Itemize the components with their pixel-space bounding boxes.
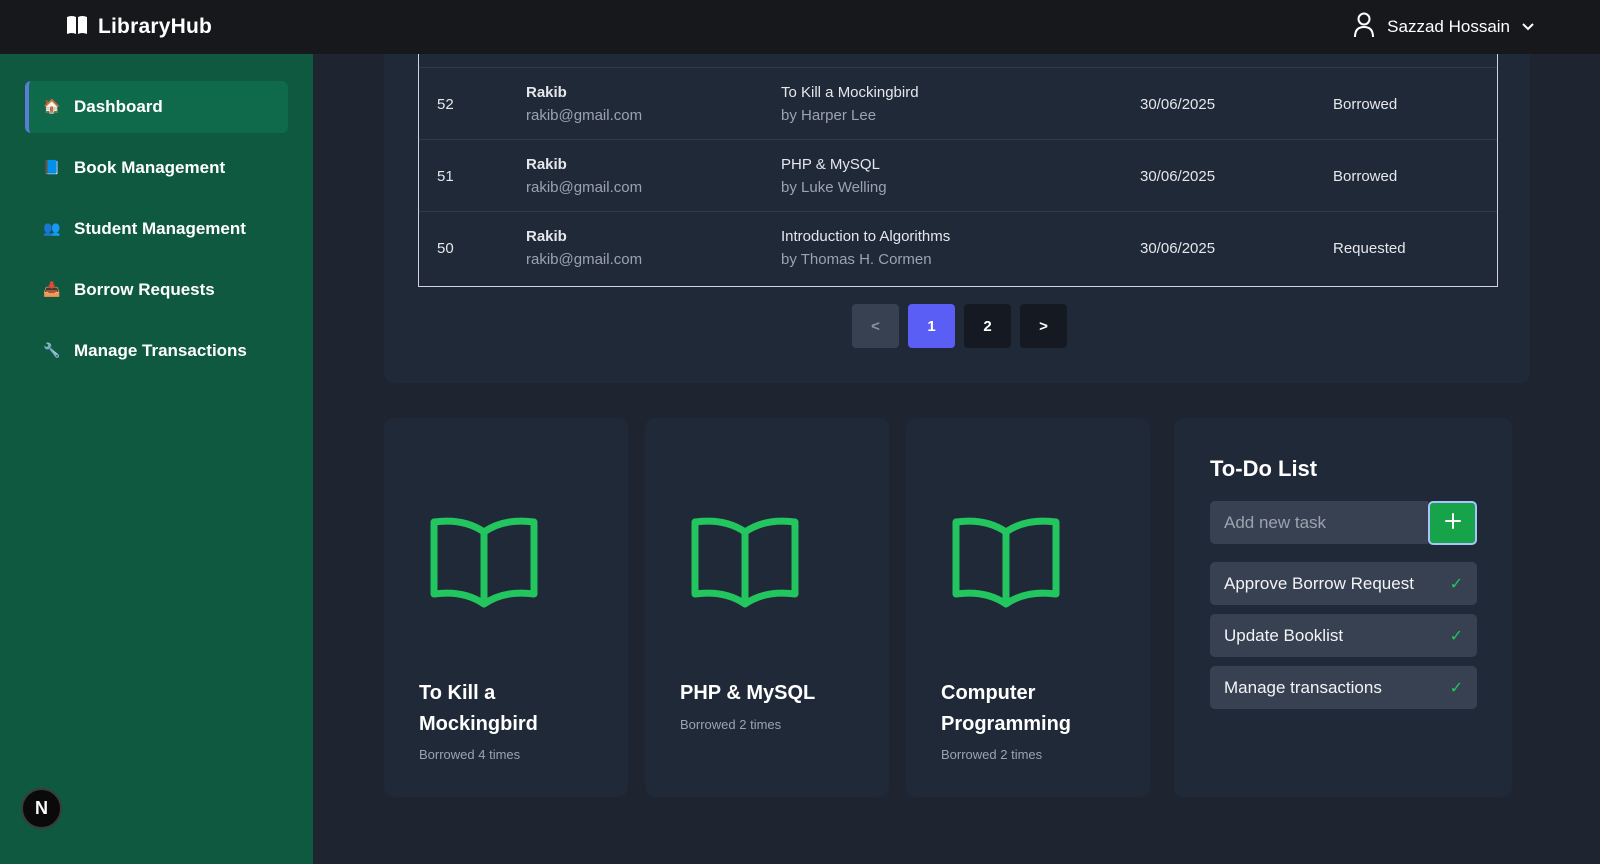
user-name: Sazzad Hossain: [1387, 17, 1510, 36]
table-row[interactable]: 50 Rakib rakib@gmail.com Introduction to…: [419, 211, 1497, 283]
todo-item[interactable]: Manage transactions ✓: [1210, 666, 1477, 709]
book-card-title: Computer Programming: [941, 682, 1072, 735]
book-card-subtitle: Borrowed 2 times: [941, 747, 1043, 762]
book-author: by Harper Lee: [781, 107, 877, 124]
table-row[interactable]: 51 Rakib rakib@gmail.com PHP & MySQL by …: [419, 139, 1497, 211]
popular-book-card[interactable]: To Kill a Mockingbird Borrowed 4 times: [384, 418, 628, 797]
student-name: Rakib: [526, 228, 567, 245]
open-book-icon: [429, 512, 539, 617]
sidebar-item-book-management[interactable]: 📘 Book Management: [25, 142, 288, 194]
wrench-icon: 🔧: [43, 343, 61, 359]
sidebar-item-dashboard[interactable]: 🏠 Dashboard: [25, 81, 288, 133]
todo-item[interactable]: Approve Borrow Request ✓: [1210, 562, 1477, 605]
sidebar-item-label: Student Management: [74, 219, 246, 238]
todo-title: To-Do List: [1210, 456, 1318, 481]
book-title: To Kill a Mockingbird: [781, 84, 919, 101]
sidebar-item-label: Book Management: [74, 158, 226, 177]
status-text: Borrowed: [1333, 168, 1398, 185]
sidebar-item-label: Manage Transactions: [74, 341, 247, 360]
book-title: Introduction to Algorithms: [781, 228, 951, 245]
book-author: by Luke Welling: [781, 179, 887, 196]
student-email: rakib@gmail.com: [526, 179, 643, 196]
pagination: < 1 2 >: [852, 304, 1067, 348]
users-icon: 👥: [43, 221, 61, 237]
check-icon[interactable]: ✓: [1450, 574, 1463, 593]
todo-item-label: Update Booklist: [1224, 625, 1344, 645]
open-book-icon: [951, 512, 1061, 617]
sidebar-nav: 🏠 Dashboard 📘 Book Management 👥 Student …: [25, 81, 288, 386]
inbox-tray-icon: 📥: [43, 282, 61, 298]
transaction-id: 52: [437, 96, 454, 113]
student-email: rakib@gmail.com: [526, 251, 643, 268]
transactions-table: 52 Rakib rakib@gmail.com To Kill a Mocki…: [418, 54, 1498, 287]
popular-book-card[interactable]: PHP & MySQL Borrowed 2 times: [645, 418, 889, 797]
sidebar-item-borrow-requests[interactable]: 📥 Borrow Requests: [25, 264, 288, 316]
top-navbar: LibraryHub Sazzad Hossain: [0, 0, 1600, 54]
chevron-down-icon: [1522, 18, 1534, 36]
todo-item-label: Manage transactions: [1224, 677, 1382, 697]
recent-transactions-panel: 52 Rakib rakib@gmail.com To Kill a Mocki…: [384, 54, 1530, 383]
app-title: LibraryHub: [98, 15, 213, 38]
page-2-button[interactable]: 2: [964, 304, 1011, 348]
next-page-button[interactable]: >: [1020, 304, 1067, 348]
status-text: Borrowed: [1333, 96, 1398, 113]
open-book-icon: [690, 512, 800, 617]
user-icon: [1353, 12, 1375, 43]
todo-item-label: Approve Borrow Request: [1224, 573, 1414, 593]
transaction-id: 50: [437, 240, 454, 257]
book-card-title: PHP & MySQL: [680, 682, 816, 704]
todo-card: To-Do List Approve Borrow Request ✓ Upda…: [1174, 418, 1512, 797]
table-row[interactable]: 52 Rakib rakib@gmail.com To Kill a Mocki…: [419, 67, 1497, 139]
user-menu[interactable]: Sazzad Hossain: [1353, 12, 1534, 43]
student-email: rakib@gmail.com: [526, 107, 643, 124]
popular-book-card[interactable]: Computer Programming Borrowed 2 times: [906, 418, 1150, 797]
book-author: by Thomas H. Cormen: [781, 251, 932, 268]
transaction-date: 30/06/2025: [1140, 168, 1216, 185]
status-text: Requested: [1333, 240, 1406, 257]
sidebar-item-student-management[interactable]: 👥 Student Management: [25, 203, 288, 255]
book-card-subtitle: Borrowed 2 times: [680, 717, 782, 732]
sidebar-item-label: Borrow Requests: [74, 280, 215, 299]
transaction-id: 51: [437, 168, 454, 185]
sidebar-item-label: Dashboard: [74, 97, 163, 116]
sidebar: 🏠 Dashboard 📘 Book Management 👥 Student …: [0, 54, 313, 864]
student-name: Rakib: [526, 84, 567, 101]
student-name: Rakib: [526, 156, 567, 173]
book-card-title: To Kill a Mockingbird: [419, 682, 538, 735]
check-icon[interactable]: ✓: [1450, 626, 1463, 645]
brand[interactable]: LibraryHub: [66, 15, 212, 40]
home-icon: 🏠: [43, 99, 61, 115]
todo-item[interactable]: Update Booklist ✓: [1210, 614, 1477, 657]
book-open-icon: [66, 15, 88, 40]
sidebar-item-manage-transactions[interactable]: 🔧 Manage Transactions: [25, 325, 288, 377]
transaction-date: 30/06/2025: [1140, 240, 1216, 257]
transaction-date: 30/06/2025: [1140, 96, 1216, 113]
plus-icon: [1444, 512, 1462, 535]
book-title: PHP & MySQL: [781, 156, 880, 173]
new-task-input[interactable]: [1210, 501, 1428, 544]
check-icon[interactable]: ✓: [1450, 678, 1463, 697]
nextjs-dev-badge[interactable]: N: [21, 788, 62, 829]
book-card-subtitle: Borrowed 4 times: [419, 747, 521, 762]
page-1-button[interactable]: 1: [908, 304, 955, 348]
book-icon: 📘: [43, 160, 61, 176]
prev-page-button[interactable]: <: [852, 304, 899, 348]
add-task-button[interactable]: [1428, 501, 1477, 545]
